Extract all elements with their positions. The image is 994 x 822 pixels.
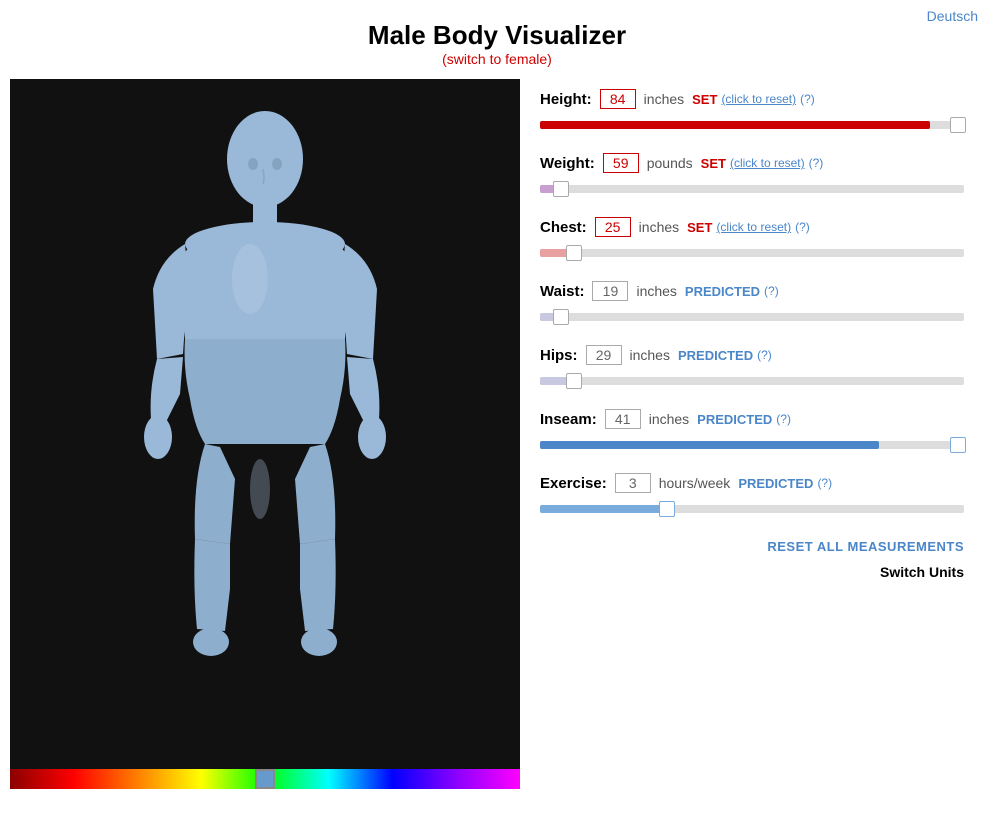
inseam-help[interactable]: (?) [776, 412, 791, 426]
chest-value[interactable]: 25 [595, 217, 631, 237]
waist-value[interactable]: 19 [592, 281, 628, 301]
hips-row: Hips: 29 inches PREDICTED (?) [540, 345, 964, 391]
exercise-slider-fill [540, 505, 667, 513]
chest-unit: inches [639, 219, 679, 235]
height-value[interactable]: 84 [600, 89, 636, 109]
weight-slider-thumb[interactable] [553, 181, 569, 197]
bottom-buttons: RESET ALL MEASUREMENTS Switch Units [540, 539, 964, 580]
body-viewer [10, 79, 520, 789]
waist-predicted: PREDICTED [685, 284, 760, 299]
weight-set: SET [701, 156, 726, 171]
hips-slider-track [540, 377, 964, 385]
chest-help[interactable]: (?) [795, 220, 810, 234]
body-3d-figure [105, 99, 425, 739]
switch-units-button[interactable]: Switch Units [880, 564, 964, 580]
hips-label: Hips: [540, 347, 578, 364]
waist-unit: inches [636, 283, 676, 299]
chest-slider-container [540, 243, 964, 263]
chest-set: SET [687, 220, 712, 235]
exercise-slider-thumb[interactable] [659, 501, 675, 517]
main-content: Height: 84 inches SET (click to reset) (… [0, 79, 994, 789]
inseam-slider-fill [540, 441, 879, 449]
waist-help[interactable]: (?) [764, 284, 779, 298]
height-slider-fill [540, 121, 930, 129]
waist-slider-container [540, 307, 964, 327]
exercise-value[interactable]: 3 [615, 473, 651, 493]
exercise-predicted: PREDICTED [738, 476, 813, 491]
hips-predicted: PREDICTED [678, 348, 753, 363]
height-slider-track [540, 121, 964, 129]
weight-row: Weight: 59 pounds SET (click to reset) (… [540, 153, 964, 199]
waist-row: Waist: 19 inches PREDICTED (?) [540, 281, 964, 327]
chest-slider-track [540, 249, 964, 257]
inseam-slider-track [540, 441, 964, 449]
inseam-slider-container [540, 435, 964, 455]
weight-help[interactable]: (?) [809, 156, 824, 170]
weight-slider-container [540, 179, 964, 199]
exercise-slider-container [540, 499, 964, 519]
hips-help[interactable]: (?) [757, 348, 772, 362]
exercise-unit: hours/week [659, 475, 731, 491]
exercise-label: Exercise: [540, 475, 607, 492]
page-title: Male Body Visualizer [0, 20, 994, 51]
chest-row: Chest: 25 inches SET (click to reset) (?… [540, 217, 964, 263]
height-slider-container [540, 115, 964, 135]
waist-slider-track [540, 313, 964, 321]
exercise-row: Exercise: 3 hours/week PREDICTED (?) [540, 473, 964, 519]
weight-label: Weight: [540, 155, 595, 172]
chest-label: Chest: [540, 219, 587, 236]
lang-link[interactable]: Deutsch [927, 8, 978, 24]
weight-value[interactable]: 59 [603, 153, 639, 173]
body-figure [10, 79, 520, 759]
height-help[interactable]: (?) [800, 92, 815, 106]
height-set: SET [692, 92, 717, 107]
hips-slider-thumb[interactable] [566, 373, 582, 389]
height-row: Height: 84 inches SET (click to reset) (… [540, 89, 964, 135]
hips-unit: inches [630, 347, 670, 363]
weight-unit: pounds [647, 155, 693, 171]
weight-reset[interactable]: (click to reset) [730, 156, 805, 170]
height-unit: inches [644, 91, 684, 107]
exercise-help[interactable]: (?) [817, 476, 832, 490]
height-reset[interactable]: (click to reset) [721, 92, 796, 106]
hips-value[interactable]: 29 [586, 345, 622, 365]
chest-reset[interactable]: (click to reset) [716, 220, 791, 234]
hips-slider-container [540, 371, 964, 391]
height-slider-thumb[interactable] [950, 117, 966, 133]
color-bar-thumb[interactable] [255, 769, 275, 789]
inseam-value[interactable]: 41 [605, 409, 641, 429]
controls-panel: Height: 84 inches SET (click to reset) (… [520, 79, 984, 789]
height-label: Height: [540, 91, 592, 108]
inseam-row: Inseam: 41 inches PREDICTED (?) [540, 409, 964, 455]
inseam-unit: inches [649, 411, 689, 427]
waist-label: Waist: [540, 283, 584, 300]
waist-slider-thumb[interactable] [553, 309, 569, 325]
inseam-predicted: PREDICTED [697, 412, 772, 427]
switch-gender-link[interactable]: (switch to female) [442, 51, 552, 67]
weight-slider-track [540, 185, 964, 193]
chest-slider-thumb[interactable] [566, 245, 582, 261]
inseam-slider-thumb[interactable] [950, 437, 966, 453]
reset-all-button[interactable]: RESET ALL MEASUREMENTS [767, 539, 964, 554]
exercise-slider-track [540, 505, 964, 513]
inseam-label: Inseam: [540, 411, 597, 428]
page-header: Male Body Visualizer (switch to female) [0, 0, 994, 79]
